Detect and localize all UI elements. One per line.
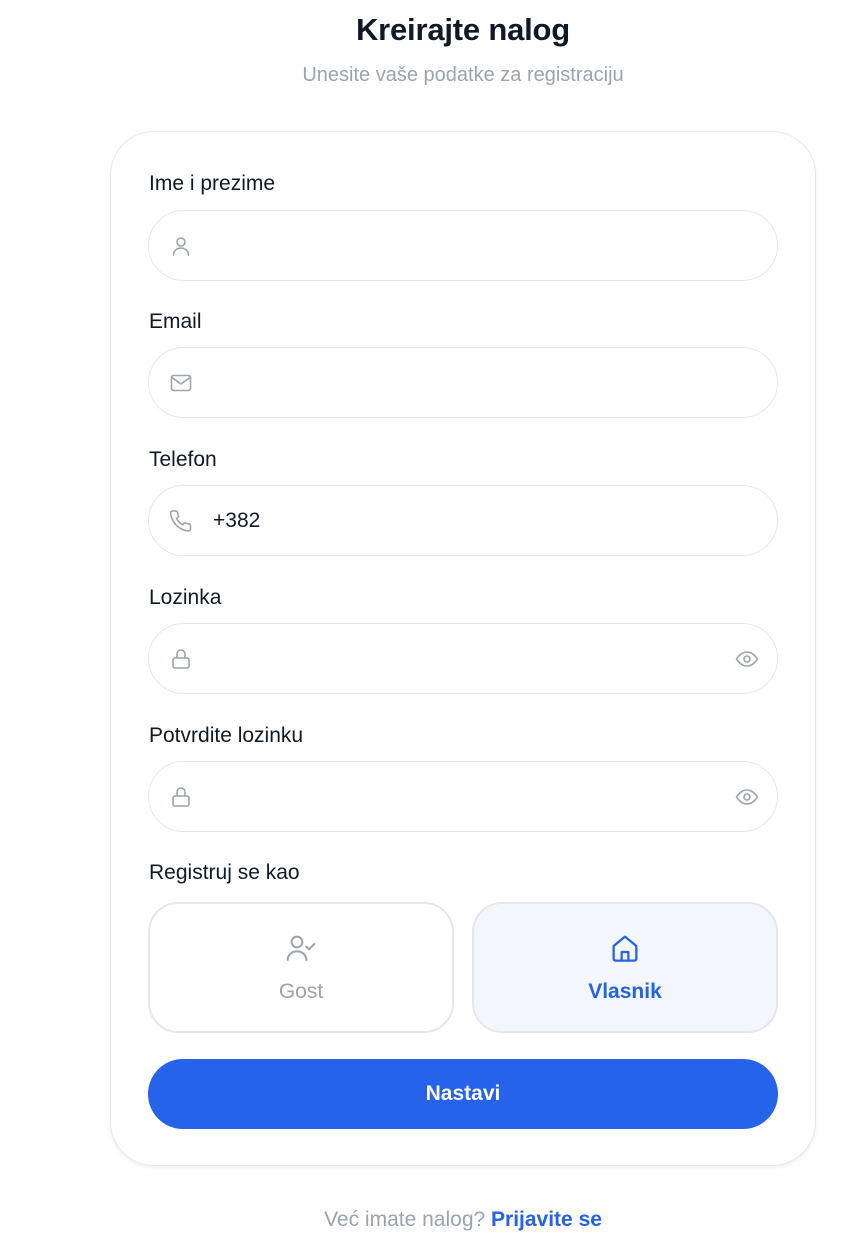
phone-input[interactable]	[213, 486, 713, 555]
role-option-gost[interactable]: Gost	[148, 902, 454, 1033]
user-check-icon	[150, 932, 452, 964]
full-name-label: Ime i prezime	[149, 172, 276, 195]
page-title: Kreirajte nalog	[355, 12, 571, 47]
role-option-label: Vlasnik	[588, 980, 662, 1003]
role-option-label: Gost	[278, 980, 324, 1003]
password-label: Lozinka	[149, 586, 222, 609]
page-subtitle: Unesite vaše podatke za registraciju	[302, 64, 624, 86]
confirm-password-input[interactable]	[213, 762, 713, 831]
continue-button[interactable]: Nastavi	[148, 1059, 778, 1129]
eye-icon[interactable]	[735, 647, 759, 671]
confirm-password-field[interactable]	[148, 761, 778, 832]
register-page: Kreirajte nalog Unesite vaše podatke za …	[0, 0, 867, 1260]
lock-icon	[169, 647, 193, 671]
email-label: Email	[149, 310, 202, 333]
full-name-field[interactable]	[148, 210, 778, 281]
lock-icon	[169, 785, 193, 809]
login-prompt: Već imate nalog? Prijavite se	[0, 1208, 867, 1232]
login-link[interactable]: Prijavite se	[491, 1208, 602, 1231]
password-input[interactable]	[213, 624, 713, 693]
login-prompt-text: Već imate nalog?	[324, 1208, 486, 1231]
email-input[interactable]	[213, 348, 713, 417]
phone-label: Telefon	[149, 448, 217, 471]
role-option-vlasnik[interactable]: Vlasnik	[472, 902, 778, 1033]
full-name-input[interactable]	[213, 211, 713, 280]
home-icon	[474, 932, 776, 964]
role-label: Registruj se kao	[149, 861, 300, 884]
phone-icon	[169, 509, 193, 533]
confirm-password-label: Potvrdite lozinku	[149, 724, 304, 747]
mail-icon	[169, 371, 193, 395]
password-field[interactable]	[148, 623, 778, 694]
phone-field[interactable]	[148, 485, 778, 556]
eye-icon[interactable]	[735, 785, 759, 809]
user-icon	[169, 234, 193, 258]
email-field[interactable]	[148, 347, 778, 418]
